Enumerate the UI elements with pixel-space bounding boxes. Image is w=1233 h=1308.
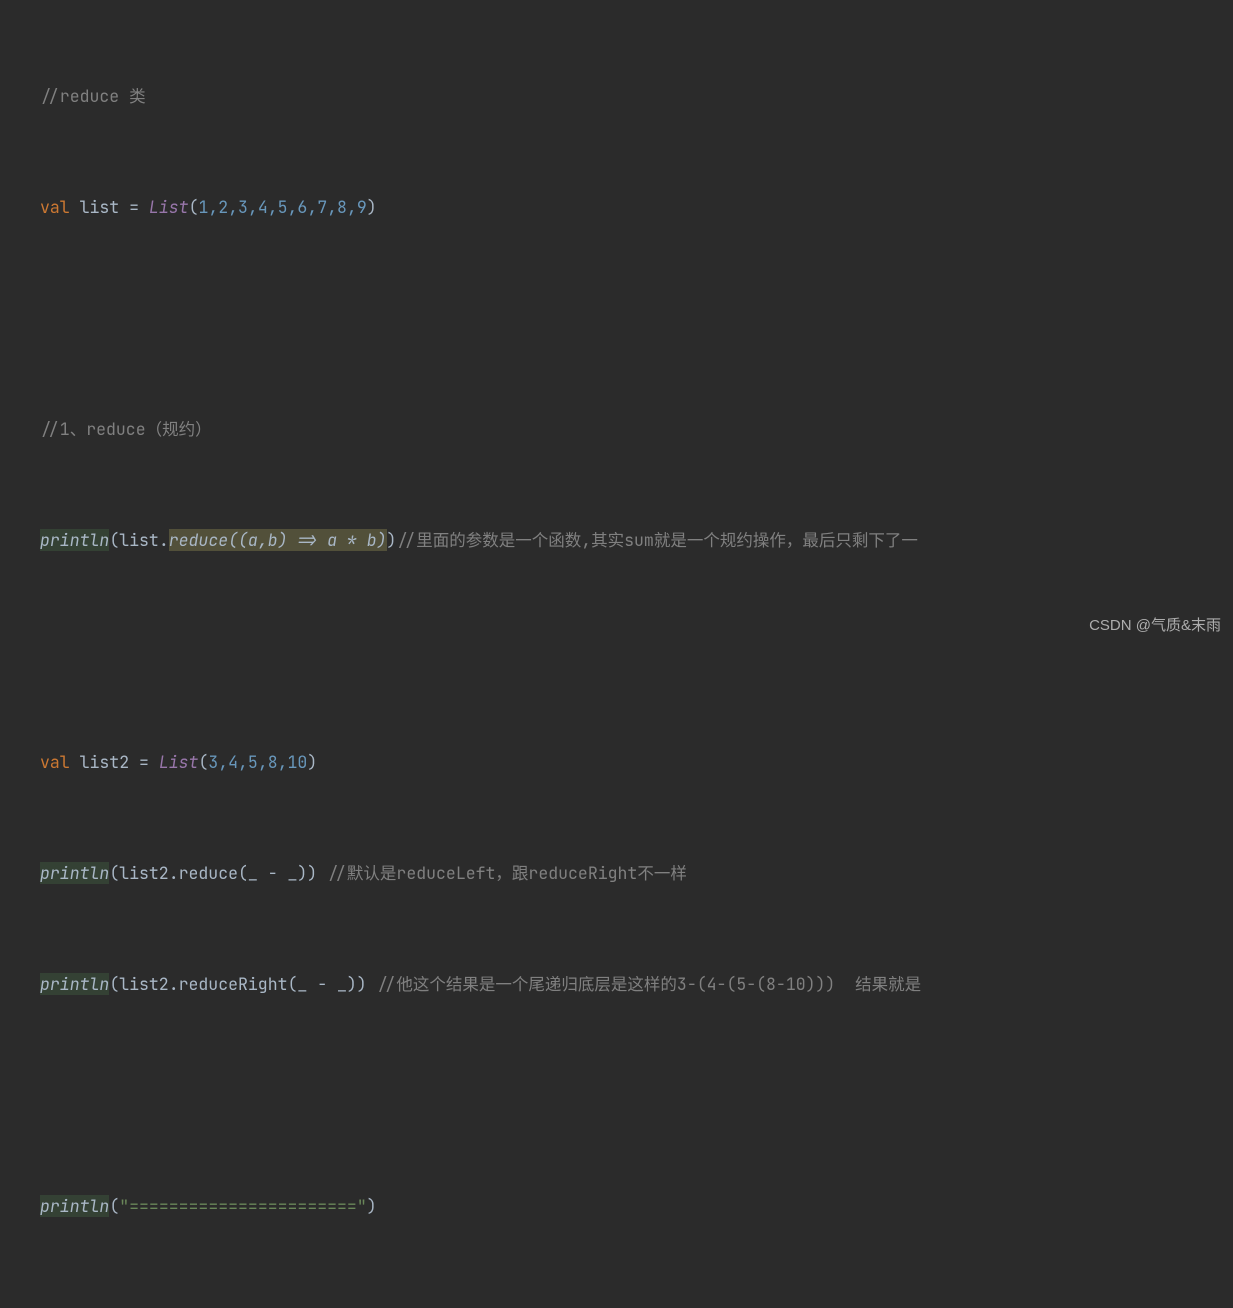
comment-text: //reduce 类 <box>40 85 146 107</box>
code-line: val list = List(1,2,3,4,5,6,7,8,9) <box>40 189 1233 226</box>
identifier: list. <box>119 529 169 551</box>
operator: = <box>119 196 149 218</box>
code-line: val list2 = List(3,4,5,8,10) <box>40 744 1233 781</box>
code-line: //reduce 类 <box>40 78 1233 115</box>
comment-text: //里面的参数是一个函数,其实sum就是一个规约操作，最后只剩下了一 <box>396 529 917 551</box>
function-call: println <box>40 1195 109 1217</box>
identifier: list2 <box>80 751 130 773</box>
warning-highlight: reduce((a,b) => a * b) <box>169 529 387 551</box>
code-line: println(list2.reduce(_ - _)) //默认是reduce… <box>40 855 1233 892</box>
comment-text: //2、fold(折叠) <box>40 1306 179 1308</box>
code-line: //2、fold(折叠) <box>40 1299 1233 1308</box>
number-list: 1,2,3,4,5,6,7,8,9 <box>198 196 366 218</box>
code-line: //1、reduce（规约） <box>40 411 1233 448</box>
string-literal: "=======================" <box>119 1195 367 1217</box>
code-line <box>40 633 1233 670</box>
operator: = <box>129 751 159 773</box>
type-ref: List <box>149 196 189 218</box>
keyword-val: val <box>40 196 70 218</box>
keyword-val: val <box>40 751 70 773</box>
comment-text: //默认是reduceLeft，跟reduceRight不一样 <box>327 862 687 884</box>
expression: (list2.reduce(_ - _)) <box>109 862 327 884</box>
code-line: println(list.reduce((a,b) => a * b))//里面… <box>40 522 1233 559</box>
code-editor[interactable]: //reduce 类 val list = List(1,2,3,4,5,6,7… <box>0 0 1233 1308</box>
type-ref: List <box>159 751 199 773</box>
watermark-text: CSDN @气质&末雨 <box>1089 607 1221 644</box>
code-line <box>40 1077 1233 1114</box>
function-call: println <box>40 862 109 884</box>
identifier: list <box>80 196 120 218</box>
comment-text: //他这个结果是一个尾递归底层是这样的3-(4-(5-(8-10))) 结果就是 <box>377 973 922 995</box>
code-line <box>40 300 1233 337</box>
function-call: println <box>40 973 109 995</box>
code-line: println("=======================") <box>40 1188 1233 1225</box>
expression: (list2.reduceRight(_ - _)) <box>109 973 376 995</box>
number-list: 3,4,5,8,10 <box>208 751 307 773</box>
code-line: println(list2.reduceRight(_ - _)) //他这个结… <box>40 966 1233 1003</box>
function-call: println <box>40 529 109 551</box>
comment-text: //1、reduce（规约） <box>40 418 212 440</box>
